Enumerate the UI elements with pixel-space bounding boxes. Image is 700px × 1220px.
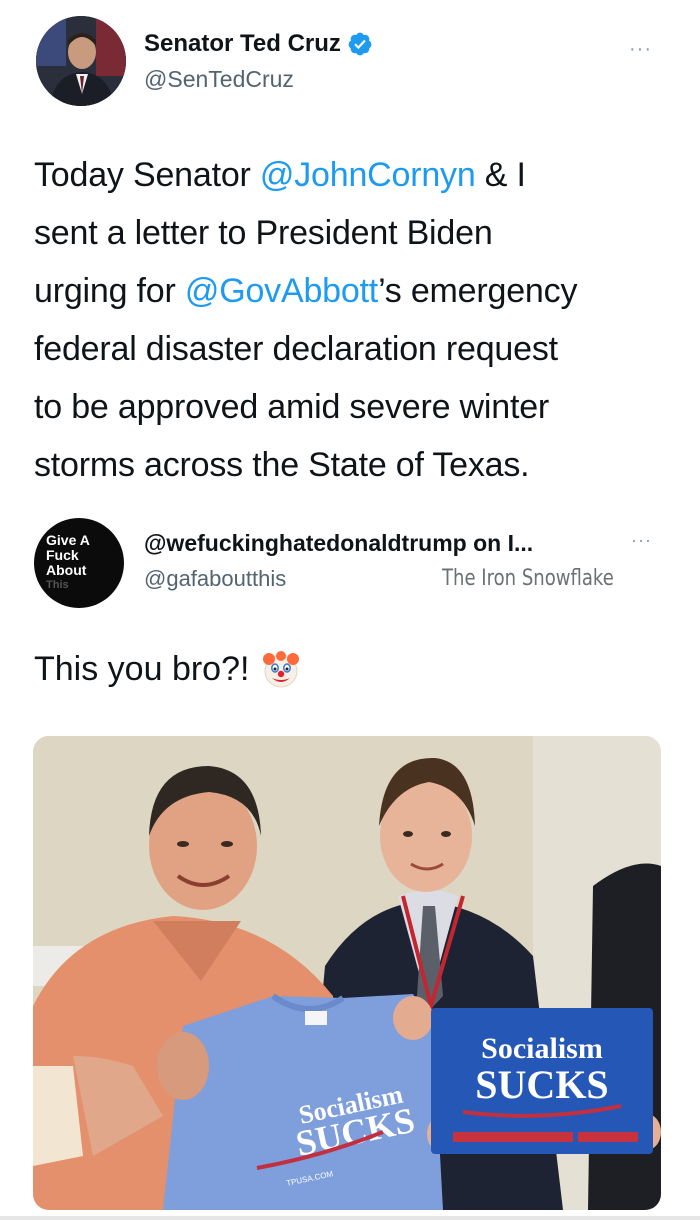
avatar-logo-text: Fuck bbox=[46, 547, 79, 563]
tweet-text-line: to be approved amid severe winter bbox=[34, 378, 674, 436]
quoted-more-options-icon[interactable]: ··· bbox=[631, 530, 652, 551]
quoted-tweet-text: This you bro?! bbox=[34, 650, 300, 689]
quoted-author-avatar[interactable]: Give A Fuck About This bbox=[34, 518, 124, 608]
clown-face-icon bbox=[263, 650, 300, 687]
avatar-logo-text: Give A bbox=[46, 532, 90, 548]
author-line: Senator Ted Cruz bbox=[144, 30, 373, 58]
tweet-text-segment: storms across the State of Texas. bbox=[34, 446, 530, 484]
tweet-text-line: urging for @GovAbbott’s emergency bbox=[34, 262, 674, 320]
watermark-text: The Iron Snowflake bbox=[442, 566, 614, 591]
author-name[interactable]: Senator Ted Cruz bbox=[144, 30, 341, 58]
quoted-author-name[interactable]: @wefuckinghatedonaldtrump on I... bbox=[144, 530, 533, 557]
tweet-text-line: sent a letter to President Biden bbox=[34, 204, 674, 262]
tweet-text-segment: Today Senator bbox=[34, 156, 260, 194]
tweet-photo[interactable]: Socialism SUCKS TPUSA.COM Socialism SUCK… bbox=[33, 736, 661, 1210]
tweet-screenshot: Senator Ted Cruz @SenTedCruz ··· Today S… bbox=[0, 0, 700, 1220]
tweet-text-segment: ’s emergency bbox=[378, 272, 578, 310]
tweet-text-segment: federal disaster declaration request bbox=[34, 330, 558, 368]
author-avatar[interactable] bbox=[36, 16, 126, 106]
sign-text-line2: SUCKS bbox=[475, 1062, 608, 1107]
quoted-tweet-body: This you bro?! bbox=[34, 650, 250, 688]
tweet-text-line: federal disaster declaration request bbox=[34, 320, 674, 378]
author-handle[interactable]: @SenTedCruz bbox=[144, 66, 294, 93]
avatar-logo-text: This bbox=[46, 579, 69, 591]
avatar-logo-text: About bbox=[46, 562, 87, 578]
mention-link[interactable]: @GovAbbott bbox=[185, 272, 378, 310]
mention-link[interactable]: @JohnCornyn bbox=[260, 156, 476, 194]
tweet-text-segment: urging for bbox=[34, 272, 185, 310]
tweet-text: Today Senator @JohnCornyn & I sent a lett… bbox=[34, 146, 674, 494]
tweet-text-segment: sent a letter to President Biden bbox=[34, 214, 493, 252]
quoted-author-handle[interactable]: @gafaboutthis bbox=[144, 566, 286, 592]
verified-badge-icon bbox=[348, 32, 372, 56]
tweet-text-line: Today Senator @JohnCornyn & I bbox=[34, 146, 674, 204]
tweet-text-segment: to be approved amid severe winter bbox=[34, 388, 550, 426]
tweet-text-line: storms across the State of Texas. bbox=[34, 436, 674, 494]
bottom-divider bbox=[0, 1216, 700, 1220]
tweet-text-segment: & I bbox=[475, 156, 526, 194]
more-options-icon[interactable]: ··· bbox=[629, 38, 652, 61]
sign-text-line1: Socialism bbox=[481, 1032, 603, 1065]
